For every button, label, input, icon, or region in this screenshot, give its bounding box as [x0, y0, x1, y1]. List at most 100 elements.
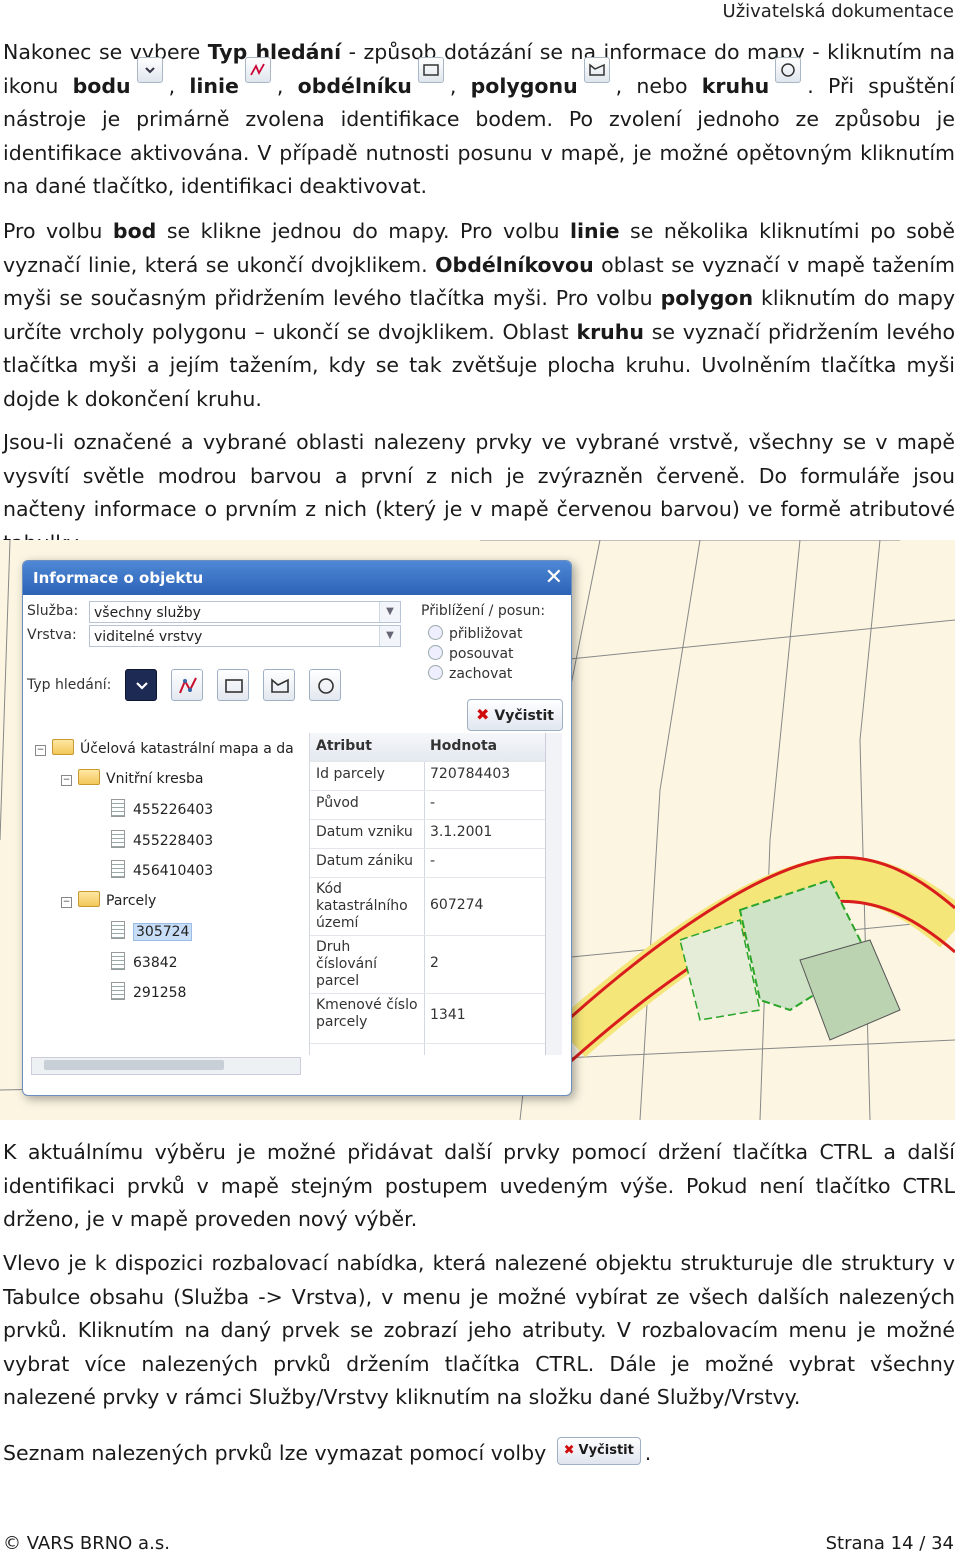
folder-icon — [78, 769, 100, 785]
page-footer: © VARS BRNO a.s. Strana 14 / 34 — [0, 1529, 960, 1559]
page-number: Strana 14 / 34 — [825, 1533, 954, 1554]
tree-node-root[interactable]: − Účelová katastrální mapa a da — [35, 739, 294, 757]
table-row: Datum zániku - — [310, 848, 546, 878]
scrollbar-thumb[interactable] — [44, 1060, 224, 1070]
tree-leaf-label: 63842 — [133, 955, 178, 971]
paragraph-dropdown: Vlevo je k dispozici rozbalovací nabídka… — [3, 1251, 955, 1409]
close-icon: ✖ — [476, 705, 490, 724]
circle-icon — [318, 678, 334, 694]
rectangle-tool-icon — [417, 56, 444, 83]
folder-icon — [78, 891, 100, 907]
polygon-tool-button[interactable] — [263, 669, 295, 701]
attribute-key: Id parcely — [316, 766, 385, 782]
tree-leaf[interactable]: 291258 — [111, 982, 186, 1001]
radio-zoom[interactable]: přibližovat — [428, 625, 522, 642]
tree-leaf-label: 291258 — [133, 985, 187, 1001]
chevron-down-icon: ▼ — [379, 626, 400, 646]
layer-select[interactable]: viditelné vrstvy ▼ — [89, 625, 401, 647]
paragraph-clear: Seznam nalezených prvků lze vymazat pomo… — [3, 1437, 955, 1471]
dialog-title-bar: Informace o objektu ✕ — [23, 561, 571, 595]
screenshot-figure: Informace o objektu ✕ Služba: všechny sl… — [0, 540, 955, 1120]
document-icon — [111, 982, 125, 1000]
polygon-icon — [271, 678, 289, 693]
radio-pan-label: posouvat — [449, 646, 514, 662]
radio-pan[interactable]: posouvat — [428, 645, 514, 662]
table-row: Datum vzniku 3.1.2001 — [310, 819, 546, 849]
layer-select-value: viditelné vrstvy — [94, 629, 203, 645]
tree-node-label: Parcely — [106, 893, 157, 909]
table-row: Druh číslování parcel 2 — [310, 935, 546, 994]
radio-circle — [428, 645, 443, 660]
clear-button-label: Vyčistit — [494, 708, 554, 724]
tree-node-group[interactable]: − Parcely — [61, 891, 156, 909]
paragraph-tool-usage: Pro volbu bod se klikne jednou do mapy. … — [3, 219, 955, 411]
tree-leaf[interactable]: 63842 — [111, 952, 178, 971]
collapse-icon[interactable]: − — [35, 745, 46, 756]
attribute-key: Kmenové číslo parcely — [316, 997, 418, 1030]
tree-leaf[interactable]: 455226403 — [111, 799, 213, 818]
attribute-value: - — [430, 853, 436, 869]
table-row: Id parcely 720784403 — [310, 761, 546, 791]
tree-node-label: Účelová katastrální mapa a da — [80, 741, 294, 757]
tree-node-label: Vnitřní kresba — [106, 771, 204, 787]
tree-node-group[interactable]: − Vnitřní kresba — [61, 769, 203, 787]
attribute-value: 1341 — [430, 1007, 466, 1023]
tree-leaf[interactable]: 456410403 — [111, 860, 213, 879]
tree-leaf-label: 456410403 — [133, 863, 214, 879]
close-icon[interactable]: ✕ — [545, 561, 563, 595]
point-tool-icon — [136, 56, 163, 83]
radio-keep[interactable]: zachovat — [428, 665, 512, 682]
line-tool-icon — [244, 56, 271, 83]
folder-icon — [52, 739, 74, 755]
close-icon: ✖ — [563, 1443, 575, 1458]
clear-button-inline: ✖ Vyčistit — [556, 1437, 641, 1465]
attribute-value: 720784403 — [430, 766, 511, 782]
paragraph-ctrl-selection: K aktuálnímu výběru je možné přidávat da… — [3, 1140, 955, 1231]
attribute-table: Atribut Hodnota Id parcely 720784403 Půvo… — [309, 733, 546, 1055]
service-label: Služba: — [27, 603, 79, 619]
search-type-label: Typ hledání: — [27, 677, 112, 693]
tree-leaf-label: 455228403 — [133, 833, 214, 849]
table-row: Kmenové číslo parcely 1341 — [310, 993, 546, 1044]
circle-tool-button[interactable] — [309, 669, 341, 701]
service-select-value: všechny služby — [94, 605, 201, 621]
document-icon — [111, 952, 125, 970]
attribute-key: Datum zániku — [316, 853, 414, 869]
clear-button[interactable]: ✖ Vyčistit — [467, 699, 563, 731]
attribute-key: Kód katastrálního území — [316, 881, 408, 931]
layer-label: Vrstva: — [27, 627, 77, 643]
service-select[interactable]: všechny služby ▼ — [89, 601, 401, 623]
footer-copyright: © VARS BRNO a.s. — [3, 1533, 170, 1554]
attribute-key: Datum vzniku — [316, 824, 413, 840]
rectangle-tool-button[interactable] — [217, 669, 249, 701]
collapse-icon[interactable]: − — [61, 897, 72, 908]
attribute-value: 607274 — [430, 897, 484, 913]
object-info-dialog: Informace o objektu ✕ Služba: všechny sl… — [22, 560, 572, 1096]
document-icon — [111, 799, 125, 817]
document-icon — [111, 860, 125, 878]
column-header: Atribut — [316, 738, 372, 754]
polygon-tool-icon — [583, 56, 610, 83]
tree-leaf-label: 455226403 — [133, 802, 214, 818]
vertical-scrollbar[interactable] — [545, 733, 562, 1055]
rectangle-icon — [225, 679, 243, 693]
radio-circle — [428, 665, 443, 680]
attribute-value: - — [430, 795, 436, 811]
chevron-down-icon: ▼ — [379, 602, 400, 622]
horizontal-scrollbar[interactable] — [31, 1057, 301, 1075]
table-row: Původ - — [310, 790, 546, 820]
attribute-table-header: Atribut Hodnota — [310, 733, 546, 762]
paragraph-search-type: Nakonec se vybere Typ hledání - způsob d… — [3, 40, 956, 198]
circle-tool-icon — [775, 56, 802, 83]
document-icon — [111, 921, 125, 939]
page-header: Uživatelská dokumentace — [722, 1, 954, 22]
radio-circle — [428, 625, 443, 640]
document-icon — [111, 830, 125, 848]
point-tool-button[interactable] — [125, 669, 157, 701]
collapse-icon[interactable]: − — [61, 775, 72, 786]
tree-leaf[interactable]: 455228403 — [111, 830, 213, 849]
radio-keep-label: zachovat — [449, 666, 513, 682]
tree-leaf-selected[interactable]: 305724 — [111, 921, 193, 941]
results-tree: − Účelová katastrální mapa a da − Vnitřní … — [29, 733, 305, 1043]
line-tool-button[interactable] — [171, 669, 203, 701]
